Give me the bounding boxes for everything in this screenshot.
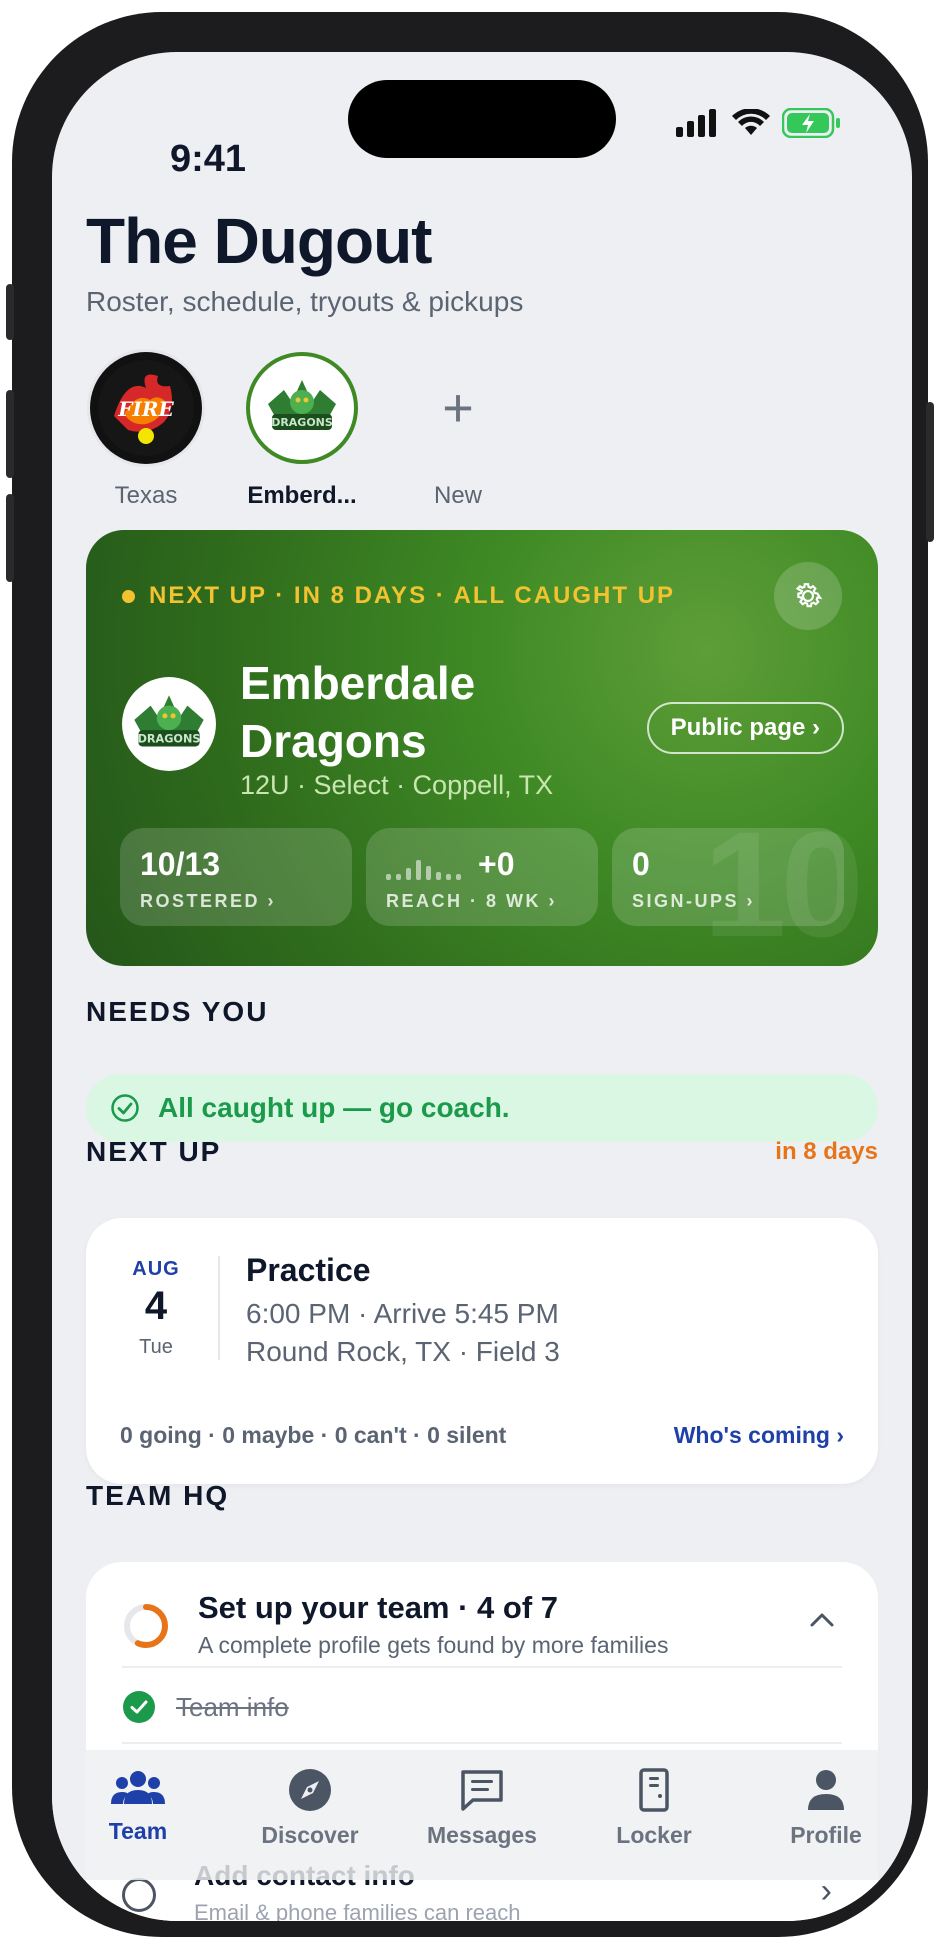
checklist-item-label: Team info: [176, 1691, 289, 1722]
public-page-button[interactable]: Public page ›: [646, 702, 844, 754]
svg-text:DRAGONS: DRAGONS: [271, 416, 333, 429]
hero-next-up: NEXT UP · IN 8 DAYS · ALL CAUGHT UP: [122, 582, 675, 610]
stat-rostered-label: ROSTERED ›: [140, 891, 277, 911]
tab-messages-label: Messages: [427, 1822, 537, 1848]
setup-progress-ring: [124, 1604, 168, 1648]
locker-icon: [639, 1768, 669, 1812]
settings-button[interactable]: [774, 562, 842, 630]
divider: [122, 1742, 842, 1744]
tab-profile-label: Profile: [790, 1822, 862, 1848]
team-emberdale[interactable]: DRAGONS Emberd...: [242, 352, 362, 510]
divider: [122, 1666, 842, 1668]
wifi-icon: [732, 109, 770, 135]
chevron-up-icon[interactable]: [808, 1610, 836, 1630]
team-label-texas: Texas: [114, 482, 178, 509]
event-weekday: Tue: [139, 1336, 173, 1358]
tab-profile[interactable]: Profile: [751, 1768, 901, 1849]
event-title: Practice: [246, 1252, 371, 1288]
volume-down-button: [6, 494, 14, 582]
team-texas[interactable]: FIRE Texas: [86, 352, 206, 510]
tab-discover[interactable]: Discover: [235, 1768, 385, 1849]
next-up-when: in 8 days: [775, 1138, 878, 1165]
page-title: The Dugout: [86, 205, 432, 277]
stat-signups-label: SIGN-UPS ›: [632, 891, 756, 911]
hero-team-meta: 12U · Select · Coppell, TX: [240, 770, 554, 800]
hero-next-up-text: NEXT UP · IN 8 DAYS · ALL CAUGHT UP: [149, 582, 676, 609]
status-time: 9:41: [170, 138, 247, 180]
contact-item-subtitle: Email & phone families can reach: [194, 1900, 521, 1921]
tab-team-label: Team: [108, 1818, 168, 1844]
gear-icon: [795, 583, 823, 608]
tab-locker-label: Locker: [616, 1822, 692, 1848]
all-caught-up-banner: All caught up — go coach.: [86, 1074, 878, 1142]
hero-stats: 10/13 ROSTERED › +0 REACH · 8 WK › 0 SIG…: [120, 828, 844, 926]
stat-rostered-value: 10/13: [140, 846, 221, 882]
needs-you-heading: NEEDS YOU: [86, 996, 269, 1027]
tab-discover-label: Discover: [261, 1822, 359, 1848]
checklist-item-team-info[interactable]: Team info: [122, 1690, 289, 1724]
status-dot-icon: [122, 589, 135, 603]
whos-coming-link[interactable]: Who's coming ›: [674, 1422, 844, 1449]
dynamic-island: [348, 80, 616, 158]
unchecked-circle-icon: [122, 1878, 156, 1912]
sparkline-icon: [386, 859, 461, 880]
setup-title: Set up your team · 4 of 7: [198, 1590, 559, 1625]
phone-frame: 9:41 The Dugout Roster, schedule, tryout…: [6, 12, 934, 1937]
message-icon: [461, 1770, 503, 1811]
compass-icon: [289, 1769, 331, 1811]
event-location: Round Rock, TX · Field 3: [246, 1336, 560, 1367]
svg-text:FIRE: FIRE: [117, 397, 174, 421]
team-hq-heading: TEAM HQ: [86, 1480, 230, 1511]
tab-team[interactable]: Team: [52, 1754, 233, 1878]
all-caught-up-text: All caught up — go coach.: [158, 1092, 510, 1123]
signal-icon: [676, 109, 716, 137]
next-up-heading: NEXT UP: [86, 1136, 222, 1167]
stat-signups[interactable]: 0 SIGN-UPS ›: [612, 828, 844, 926]
new-team-button[interactable]: + New: [398, 352, 518, 510]
mute-switch: [6, 284, 14, 340]
svg-text:DRAGONS: DRAGONS: [138, 732, 201, 745]
team-switcher: FIRE Texas DRAGONS Emberd... + New: [86, 352, 518, 510]
check-filled-icon: [123, 1691, 155, 1723]
setup-subtitle: A complete profile gets found by more fa…: [198, 1632, 669, 1658]
hero-team-name: Emberdale Dragons: [240, 657, 476, 767]
stat-reach-label: REACH · 8 WK ›: [386, 891, 557, 911]
plus-icon: +: [442, 378, 474, 438]
team-hero-card[interactable]: 10 NEXT UP · IN 8 DAYS · ALL CAUGHT UP D…: [86, 530, 878, 966]
stat-reach[interactable]: +0 REACH · 8 WK ›: [366, 828, 598, 926]
status-icons: [676, 108, 842, 138]
tab-locker[interactable]: Locker: [579, 1768, 729, 1849]
screen: 9:41 The Dugout Roster, schedule, tryout…: [52, 52, 912, 1921]
stat-reach-value: +0: [478, 846, 515, 882]
event-day: 4: [144, 1284, 168, 1328]
stat-rostered[interactable]: 10/13 ROSTERED ›: [120, 828, 352, 926]
team-label-emberdale: Emberd...: [247, 482, 357, 509]
next-event-card[interactable]: AUG 4 Tue Practice 6:00 PM · Arrive 5:45…: [86, 1218, 878, 1484]
person-icon: [808, 1770, 844, 1810]
event-time: 6:00 PM · Arrive 5:45 PM: [246, 1298, 559, 1329]
tab-messages[interactable]: Messages: [407, 1768, 557, 1849]
texas-fire-logo: FIRE: [90, 352, 202, 464]
hero-team-logo: DRAGONS: [120, 675, 218, 773]
event-rsvp-summary: 0 going · 0 maybe · 0 can't · 0 silent: [120, 1422, 507, 1448]
page-subtitle: Roster, schedule, tryouts & pickups: [86, 286, 524, 317]
team-label-new: New: [433, 482, 482, 509]
tab-bar: Team Discover Messages Locker Profile: [52, 1750, 912, 1880]
stat-signups-value: 0: [632, 846, 650, 882]
volume-up-button: [6, 390, 14, 478]
dragons-logo: DRAGONS: [246, 352, 358, 464]
check-circle-icon: [111, 1094, 139, 1122]
battery-charging-icon: [782, 108, 840, 138]
event-divider: [218, 1256, 220, 1360]
stat-reach-row: +0: [386, 846, 578, 883]
people-icon: [111, 1771, 165, 1804]
power-button: [926, 402, 934, 542]
event-month: AUG: [132, 1258, 180, 1280]
